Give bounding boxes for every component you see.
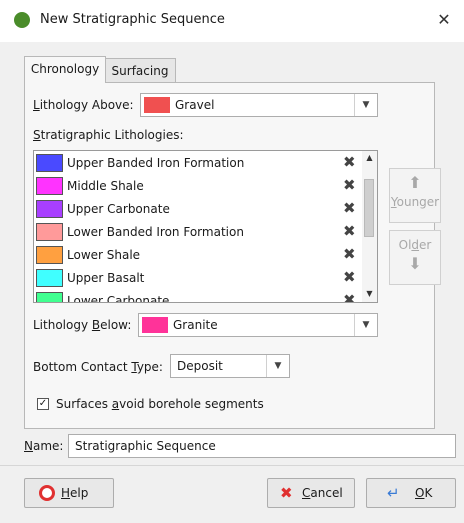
list-item-label: Lower Carbonate (67, 294, 170, 303)
name-label: Name: (24, 439, 64, 453)
enter-arrow-icon: ↵ (387, 484, 400, 502)
stratigraphic-lithologies-list[interactable]: Upper Banded Iron Formation ✖ Middle Sha… (33, 150, 378, 303)
list-item[interactable]: Upper Carbonate ✖ (34, 198, 364, 221)
younger-button[interactable]: ⬆ Younger (389, 168, 441, 223)
delete-icon[interactable]: ✖ (343, 291, 356, 302)
list-item[interactable]: Lower Carbonate ✖ (34, 290, 364, 303)
surfaces-avoid-checkbox[interactable]: ✓ (37, 398, 49, 410)
delete-icon[interactable]: ✖ (343, 153, 356, 171)
delete-icon[interactable]: ✖ (343, 245, 356, 263)
color-swatch (36, 223, 63, 241)
list-item[interactable]: Lower Banded Iron Formation ✖ (34, 221, 364, 244)
color-swatch (36, 154, 63, 172)
list-item-label: Upper Basalt (67, 271, 145, 285)
delete-icon[interactable]: ✖ (343, 268, 356, 286)
delete-icon[interactable]: ✖ (343, 176, 356, 194)
color-swatch (36, 200, 63, 218)
older-button[interactable]: Older ⬇ (389, 230, 441, 285)
color-swatch (36, 177, 63, 195)
cancel-button[interactable]: ✖ Cancel (267, 478, 355, 508)
window-title: New Stratigraphic Sequence (40, 12, 225, 27)
color-swatch (36, 269, 63, 287)
cancel-button-label: Cancel (302, 486, 343, 500)
close-icon[interactable]: ✕ (434, 10, 454, 29)
scroll-up-icon[interactable]: ▲ (362, 153, 377, 162)
list-item-label: Middle Shale (67, 179, 144, 193)
chevron-down-icon[interactable]: ▼ (354, 94, 377, 116)
older-button-label: Older (398, 238, 432, 252)
divider (0, 465, 464, 466)
lithology-below-swatch (142, 317, 168, 333)
ok-button[interactable]: ↵ OK (366, 478, 456, 508)
stratigraphic-lithologies-label: Stratigraphic Lithologies: (33, 128, 184, 142)
lithology-above-label: Lithology Above: (33, 98, 134, 112)
list-item[interactable]: Upper Basalt ✖ (34, 267, 364, 290)
lithology-below-select[interactable]: Granite ▼ (138, 313, 378, 337)
name-field[interactable]: Stratigraphic Sequence (68, 434, 456, 458)
delete-icon[interactable]: ✖ (343, 222, 356, 240)
arrow-down-icon: ⬇ (408, 254, 422, 273)
color-swatch (36, 246, 63, 264)
bottom-contact-type-select[interactable]: Deposit ▼ (170, 354, 290, 378)
younger-button-label: Younger (390, 195, 440, 209)
list-item[interactable]: Lower Shale ✖ (34, 244, 364, 267)
list-scrollbar[interactable]: ▲ ▼ (362, 151, 377, 302)
lithology-below-value: Granite (173, 318, 218, 332)
delete-icon[interactable]: ✖ (343, 199, 356, 217)
cancel-icon: ✖ (280, 484, 293, 502)
ok-button-label: OK (415, 486, 433, 500)
scroll-down-icon[interactable]: ▼ (362, 289, 377, 298)
chevron-down-icon[interactable]: ▼ (266, 355, 289, 377)
surfaces-avoid-label[interactable]: Surfaces avoid borehole segments (56, 397, 264, 411)
tab-surfacing[interactable]: Surfacing (104, 58, 176, 83)
list-item-label: Upper Banded Iron Formation (67, 156, 245, 170)
chevron-down-icon[interactable]: ▼ (354, 314, 377, 336)
app-logo-icon (14, 12, 30, 28)
list-item[interactable]: Upper Banded Iron Formation ✖ (34, 152, 364, 175)
scrollbar-thumb[interactable] (364, 179, 374, 237)
list-item[interactable]: Middle Shale ✖ (34, 175, 364, 198)
list-item-label: Lower Banded Iron Formation (67, 225, 244, 239)
arrow-up-icon: ⬆ (408, 173, 422, 192)
color-swatch (36, 292, 63, 302)
tab-chronology[interactable]: Chronology (24, 56, 106, 83)
help-button-label: Help (61, 486, 89, 500)
lithology-above-value: Gravel (175, 98, 215, 112)
list-item-label: Lower Shale (67, 248, 141, 262)
bottom-contact-type-label: Bottom Contact Type: (33, 360, 163, 374)
lithology-above-swatch (144, 97, 170, 113)
bottom-contact-type-value: Deposit (177, 359, 223, 373)
lithology-below-label: Lithology Below: (33, 318, 132, 332)
help-button[interactable]: Help (24, 478, 114, 508)
list-item-label: Upper Carbonate (67, 202, 170, 216)
lithology-above-select[interactable]: Gravel ▼ (140, 93, 378, 117)
lifebuoy-icon (39, 485, 55, 501)
